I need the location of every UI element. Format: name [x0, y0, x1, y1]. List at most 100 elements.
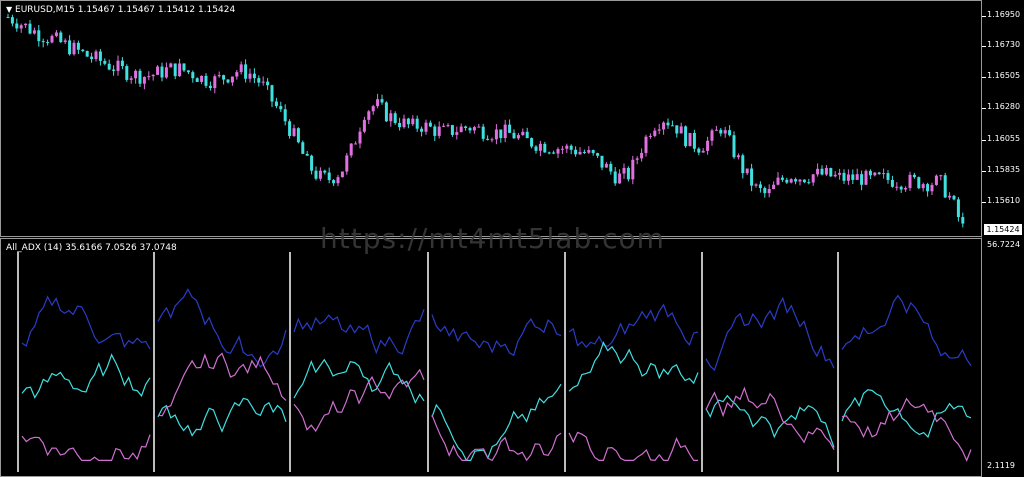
candle-body [433, 126, 437, 136]
candle-body [160, 66, 164, 78]
chart-canvas [6, 0, 983, 477]
candle-body [191, 72, 195, 79]
candle-body [296, 128, 300, 143]
candle-body [728, 130, 732, 136]
adx-line [841, 294, 972, 367]
candle-body [644, 136, 648, 153]
candle-body [164, 67, 168, 78]
candle-body [767, 189, 771, 194]
candle-body [521, 131, 525, 136]
candle-body [833, 174, 837, 177]
candle-body [701, 150, 705, 153]
candle-body [472, 127, 476, 131]
candle-body [899, 186, 903, 190]
candle-body [820, 168, 824, 175]
candle-body [98, 51, 102, 61]
price-tick-label: 1.15610 [987, 196, 1021, 205]
candle-body [50, 35, 54, 43]
candle-body [890, 179, 894, 187]
candle-body [622, 167, 626, 174]
candle-body [904, 188, 908, 190]
candle-body [939, 175, 943, 177]
plus-di-line [705, 394, 835, 448]
candle-body [543, 143, 547, 153]
candle-body [349, 143, 353, 156]
candle-body [776, 177, 780, 185]
candle-body [112, 69, 116, 71]
candle-body [578, 151, 582, 155]
candle-body [868, 170, 872, 176]
candle-body [556, 149, 560, 154]
candle-body [182, 63, 186, 71]
candle-body [85, 51, 89, 57]
candle-body [415, 118, 419, 129]
candle-body [406, 118, 410, 125]
candle-body [323, 170, 327, 173]
candle-body [516, 135, 520, 139]
candle-body [754, 184, 758, 186]
candle-body [714, 129, 718, 131]
candle-body [688, 132, 692, 147]
candle-body [772, 184, 776, 190]
candle-body [10, 17, 14, 24]
candle-body [283, 109, 287, 122]
candle-body [653, 130, 657, 136]
price-tick-mark [982, 140, 986, 141]
candle-body [252, 73, 256, 79]
candle-body [178, 63, 182, 77]
candle-body [270, 85, 274, 102]
candle-body [565, 145, 569, 149]
adx-line [157, 288, 287, 368]
candle-body [411, 118, 415, 125]
candle-body [490, 139, 494, 141]
candle-body [354, 143, 358, 145]
candle-body [662, 122, 666, 130]
candle-body [424, 122, 428, 132]
candle-body [230, 76, 234, 83]
candle-body [389, 113, 393, 122]
candle-body [41, 41, 45, 43]
candle-body [917, 177, 921, 189]
candle-body [345, 155, 349, 172]
candle-body [81, 49, 85, 52]
candle-body [46, 41, 50, 43]
candle-body [618, 173, 622, 184]
candle-body [340, 171, 344, 178]
candle-body [908, 174, 912, 189]
adx-line [431, 314, 562, 357]
candle-body [860, 174, 864, 185]
candle-body [657, 129, 661, 131]
candle-body [28, 23, 32, 34]
candle-body [745, 168, 749, 174]
candle-body [257, 78, 261, 83]
candle-body [455, 132, 459, 135]
candle-body [569, 145, 573, 150]
candle-body [314, 170, 318, 179]
candle-body [305, 153, 309, 156]
candle-body [169, 63, 173, 68]
candle-body [318, 170, 322, 179]
candle-body [719, 129, 723, 134]
plus-di-line [21, 353, 151, 399]
candle-body [596, 153, 600, 156]
candle-body [420, 128, 424, 132]
candle-body [217, 75, 221, 77]
candle-body [560, 148, 564, 150]
candle-body [362, 119, 366, 132]
candle-body [873, 172, 877, 176]
candle-body [59, 32, 63, 43]
candle-body [763, 188, 767, 194]
candle-body [926, 184, 930, 192]
candle-body [956, 199, 960, 218]
candle-body [142, 76, 146, 84]
plus-di-line [841, 389, 972, 439]
candle-body [503, 124, 507, 138]
candle-body [94, 51, 98, 60]
plus-di-line [568, 341, 699, 392]
candle-body [604, 163, 608, 168]
candle-body [327, 172, 331, 181]
candle-body [882, 173, 886, 175]
candle-body [464, 126, 468, 128]
candle-body [670, 125, 674, 127]
candle-body [138, 70, 142, 84]
